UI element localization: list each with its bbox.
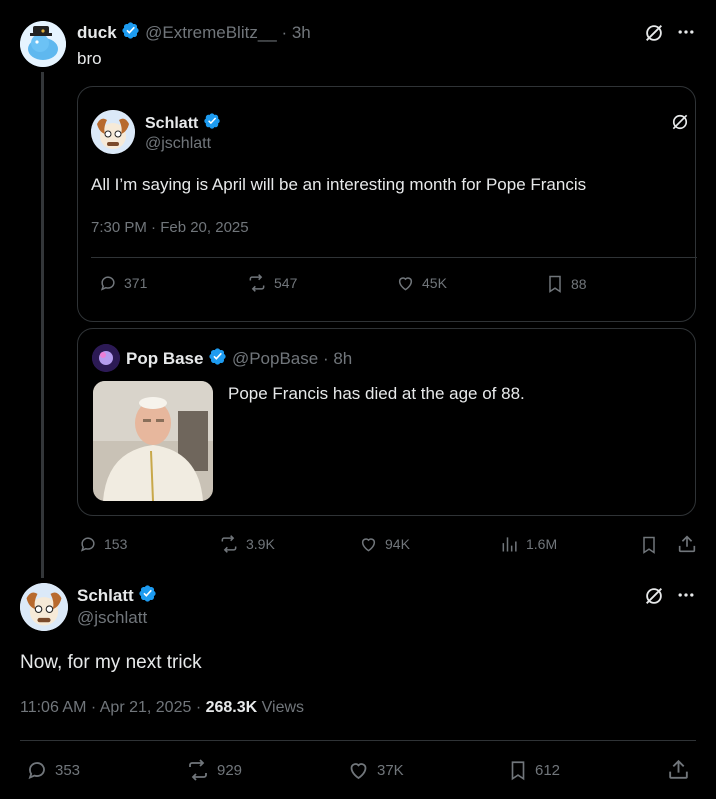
like-count: 45K: [422, 275, 447, 291]
like-button[interactable]: 37K: [346, 758, 404, 782]
author-name[interactable]: Schlatt: [145, 115, 198, 132]
grok-icon[interactable]: [643, 22, 665, 44]
author-handle[interactable]: @ExtremeBlitz__: [145, 23, 277, 42]
repost-count: 3.9K: [246, 536, 275, 552]
divider: [91, 257, 697, 258]
more-icon[interactable]: [676, 22, 696, 42]
reply-icon: [78, 534, 98, 554]
bookmark-count: 612: [535, 762, 561, 779]
repost-button[interactable]: 547: [246, 273, 297, 293]
avatar-schlatt[interactable]: [91, 110, 135, 154]
repost-count: 929: [217, 761, 243, 779]
divider: [20, 740, 696, 741]
avatar-popbase[interactable]: [92, 344, 120, 372]
main-tweet-text: Now, for my next trick: [20, 652, 202, 673]
quoted-tweet-popbase[interactable]: Pop Base @PopBase · 8h Pope Francis has …: [77, 328, 696, 516]
reply-icon: [98, 273, 118, 293]
bookmark-count: 88: [571, 276, 587, 292]
quoted-header: Schlatt: [145, 112, 221, 136]
heart-icon: [346, 758, 371, 782]
more-icon[interactable]: [676, 585, 696, 605]
verified-badge-icon: [138, 584, 157, 609]
views-label: Views: [257, 699, 305, 716]
thread-line: [41, 72, 44, 578]
quoted-text: All I’m saying is April will be an inter…: [91, 175, 587, 194]
like-count: 94K: [385, 536, 410, 552]
repost-icon: [218, 534, 240, 554]
grok-icon[interactable]: [643, 585, 665, 607]
bookmark-icon: [507, 758, 529, 783]
author-handle[interactable]: @jschlatt: [77, 608, 147, 628]
repost-icon: [246, 273, 268, 293]
author-handle[interactable]: @jschlatt: [145, 135, 211, 153]
reply-count: 371: [124, 275, 148, 291]
reply-button[interactable]: 371: [98, 273, 147, 293]
avatar-schlatt[interactable]: [20, 583, 68, 631]
views-count: 1.6M: [526, 536, 558, 552]
views-chart-icon: [500, 534, 520, 554]
pope-photo[interactable]: [93, 381, 213, 501]
bookmark-button[interactable]: 88: [545, 273, 587, 295]
popbase-header: Pop Base @PopBase · 8h: [126, 347, 352, 372]
heart-icon: [358, 534, 379, 554]
quoted-tweet-schlatt[interactable]: Schlatt @jschlatt All I’m saying is Apri…: [77, 86, 697, 322]
repost-count: 547: [274, 275, 298, 291]
reply-icon: [25, 758, 49, 782]
reply-button[interactable]: 153: [78, 534, 127, 554]
like-button[interactable]: 45K: [395, 273, 447, 293]
share-icon[interactable]: [666, 757, 691, 782]
reply-header: duck @ExtremeBlitz__ · 3h: [77, 21, 311, 46]
main-timestamp-row: 11:06 AM · Apr 21, 2025 · 268.3K Views: [20, 699, 304, 717]
repost-button[interactable]: 929: [185, 758, 242, 782]
quoted-timestamp[interactable]: 7:30 PM · Feb 20, 2025: [91, 219, 249, 236]
like-count: 37K: [377, 761, 404, 779]
main-header: Schlatt: [77, 584, 157, 609]
repost-icon: [185, 758, 211, 782]
author-name[interactable]: duck: [77, 23, 117, 42]
post-time[interactable]: · 3h: [281, 23, 310, 42]
verified-badge-icon: [203, 112, 221, 136]
repost-button[interactable]: 3.9K: [218, 534, 275, 554]
author-name[interactable]: Schlatt: [77, 586, 134, 605]
heart-icon: [395, 273, 416, 293]
reply-count: 353: [55, 761, 81, 779]
popbase-text: Pope Francis has died at the age of 88.: [228, 384, 525, 403]
bookmark-icon[interactable]: [639, 534, 659, 556]
grok-icon[interactable]: [670, 112, 690, 132]
post-time[interactable]: · 8h: [323, 349, 352, 368]
author-handle[interactable]: @PopBase: [232, 349, 318, 368]
avatar-duck[interactable]: [20, 21, 66, 67]
reply-text: bro: [77, 49, 102, 68]
main-timestamp[interactable]: 11:06 AM · Apr 21, 2025 ·: [20, 699, 206, 716]
share-icon[interactable]: [676, 533, 698, 555]
views-count: 268.3K: [205, 699, 258, 716]
reply-button[interactable]: 353: [25, 758, 80, 782]
like-button[interactable]: 94K: [358, 534, 410, 554]
verified-badge-icon: [208, 347, 227, 372]
verified-badge-icon: [121, 21, 140, 46]
reply-count: 153: [104, 536, 128, 552]
bookmark-button[interactable]: 612: [507, 758, 560, 783]
bookmark-icon: [545, 273, 565, 295]
author-name[interactable]: Pop Base: [126, 349, 203, 368]
views-button[interactable]: 1.6M: [500, 534, 557, 554]
